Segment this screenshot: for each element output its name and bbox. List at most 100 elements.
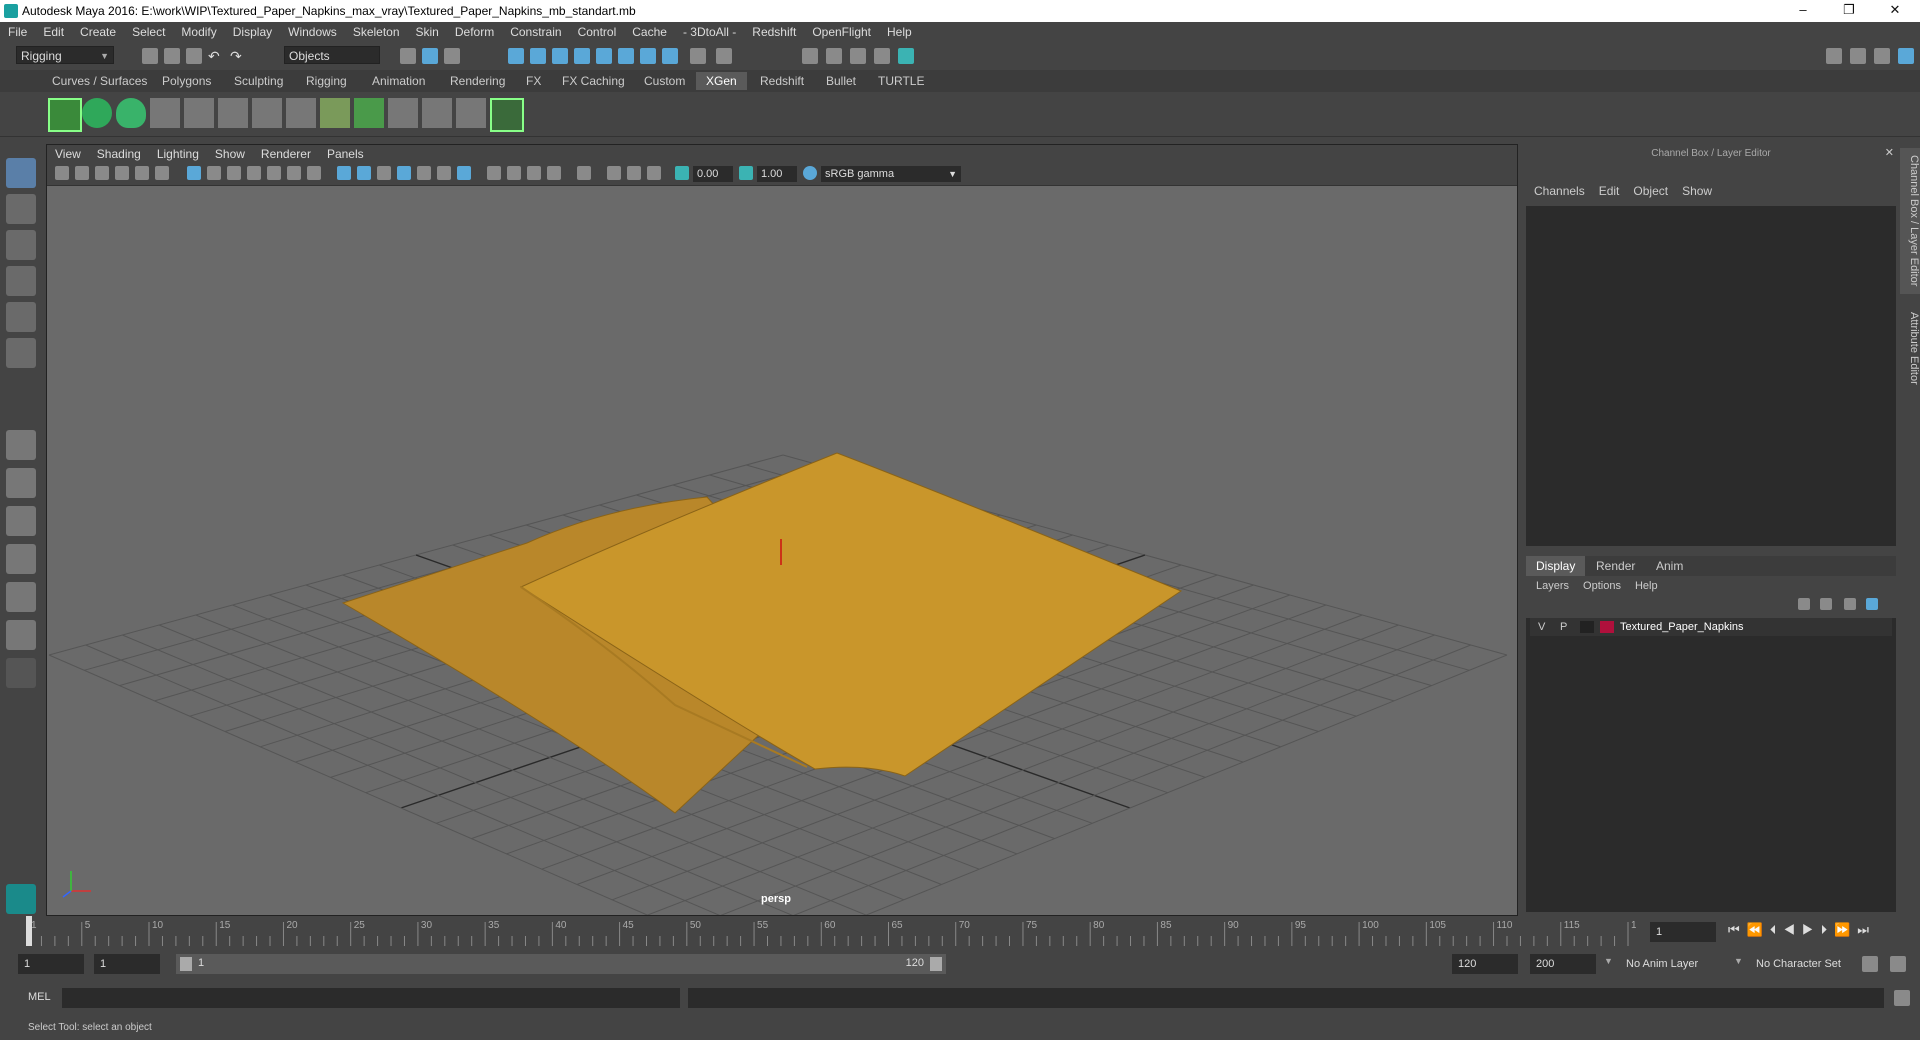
gamma-field[interactable]: 1.00 [757,166,797,182]
command-language-label[interactable]: MEL [28,991,51,1003]
ipr-render-icon[interactable] [850,48,866,64]
step-back-icon[interactable]: ⏪ [1747,922,1770,937]
shadows-icon[interactable] [457,166,471,180]
open-scene-icon[interactable] [164,48,180,64]
grease-pencil-icon[interactable] [155,166,169,180]
bookmark-icon[interactable] [95,166,109,180]
camera-attributes-icon[interactable] [75,166,89,180]
time-slider[interactable]: 1 5 10 15 20 25 30 35 40 45 50 55 60 65 70 75 80 85 90 95 10… [26,916,1636,946]
new-scene-icon[interactable] [142,48,158,64]
go-to-end-icon[interactable]: ⏭ [1857,922,1876,937]
single-perspective-layout-icon[interactable] [6,430,36,460]
shelf-tab-custom[interactable]: Custom [634,72,695,90]
redo-icon[interactable]: ↷ [230,48,246,64]
wireframe-icon[interactable] [337,166,351,180]
layers-menu[interactable]: Layers [1536,580,1569,592]
move-tool-icon[interactable] [6,266,36,296]
viewport-menu-lighting[interactable]: Lighting [149,145,207,161]
exposure-icon[interactable] [675,166,689,180]
napkin-mesh[interactable] [341,452,1183,814]
layer-tab-render[interactable]: Render [1586,556,1645,576]
lock-icon[interactable] [690,48,706,64]
render-frame-icon[interactable] [802,48,818,64]
menu-openflight[interactable]: OpenFlight [804,22,879,39]
viewport-menu-shading[interactable]: Shading [89,145,149,161]
ambient-occlusion-icon[interactable] [487,166,501,180]
render-sequence-icon[interactable] [826,48,842,64]
time-slider-ruler[interactable]: 1 5 10 15 20 25 30 35 40 45 50 55 60 65 70 75 80 85 90 95 10… [26,916,1636,946]
xray-icon[interactable] [397,166,411,180]
safe-title-icon[interactable] [307,166,321,180]
film-gate-icon[interactable] [207,166,221,180]
playback-start-field[interactable]: 1 [94,954,160,974]
snap-curve-icon[interactable] [530,48,546,64]
smooth-shade-icon[interactable] [357,166,371,180]
menu-skin[interactable]: Skin [408,22,447,39]
command-input[interactable] [62,988,680,1008]
snap-point-icon[interactable] [552,48,568,64]
menu-cache[interactable]: Cache [624,22,675,39]
panel-close-icon[interactable]: ✕ [1885,146,1894,159]
menu-skeleton[interactable]: Skeleton [345,22,408,39]
layer-visibility-toggle[interactable]: V [1538,621,1545,633]
backface-culling-icon[interactable] [647,166,661,180]
attribute-editor-toggle-icon[interactable] [1850,48,1866,64]
menu-modify[interactable]: Modify [173,22,224,39]
cb-object-menu[interactable]: Object [1633,184,1668,198]
rotate-tool-icon[interactable] [6,302,36,332]
current-frame-field[interactable]: 1 [1650,922,1716,942]
layer-row[interactable]: V P Textured_Paper_Napkins [1530,618,1892,636]
xgen-preview-icon[interactable] [82,98,112,128]
2d-pan-zoom-icon[interactable] [135,166,149,180]
shelf-tab-turtle[interactable]: TURTLE [868,72,934,90]
select-tool-icon[interactable] [6,158,36,188]
menu-deform[interactable]: Deform [447,22,502,39]
menu-control[interactable]: Control [570,22,625,39]
menu-help[interactable]: Help [879,22,920,39]
end-time-field[interactable]: 200 [1530,954,1596,974]
viewport-menu-show[interactable]: Show [207,145,253,161]
menu-display[interactable]: Display [225,22,280,39]
cb-edit-menu[interactable]: Edit [1599,184,1620,198]
script-editor-icon[interactable] [1894,990,1910,1006]
current-time-marker[interactable] [26,916,32,946]
play-backward-icon[interactable]: ◀ [1783,922,1802,937]
exposure-field[interactable]: 0.00 [693,166,733,182]
step-back-key-icon[interactable]: ⏴ [1770,922,1784,937]
snap-projected-icon[interactable] [574,48,590,64]
lasso-tool-icon[interactable] [6,194,36,224]
anti-aliasing-icon[interactable] [527,166,541,180]
move-layer-up-icon[interactable] [1798,598,1810,610]
menu-edit[interactable]: Edit [35,22,72,39]
snap-grid-icon[interactable] [508,48,524,64]
viewport-panel[interactable]: View Shading Lighting Show Renderer Panels 0.… [46,144,1518,916]
select-object-icon[interactable] [422,48,438,64]
snap-view-plane-icon[interactable] [596,48,612,64]
viewport-menu-renderer[interactable]: Renderer [253,145,319,161]
depth-of-field-icon[interactable] [547,166,561,180]
layer-playback-toggle[interactable]: P [1560,621,1567,633]
character-set-dropdown[interactable]: No Character Set [1750,954,1870,974]
side-tab-channel-box[interactable]: Channel Box / Layer Editor [1900,148,1920,294]
cb-show-menu[interactable]: Show [1682,184,1712,198]
use-all-lights-icon[interactable] [437,166,451,180]
xgen-editor-icon[interactable] [48,98,82,132]
xray-joints-icon[interactable] [607,166,621,180]
menu-file[interactable]: File [0,22,35,39]
shelf-tab-curves-surfaces[interactable]: Curves / Surfaces [42,72,157,90]
menu-create[interactable]: Create [72,22,124,39]
start-time-field[interactable]: 1 [18,954,84,974]
safe-action-icon[interactable] [287,166,301,180]
persp-outliner-layout-icon[interactable] [6,506,36,536]
four-view-layout-icon[interactable] [6,468,36,498]
gate-mask-icon[interactable] [247,166,261,180]
xgen-move-guides-icon[interactable] [218,98,248,128]
menu-3dtoall[interactable]: - 3DtoAll - [675,22,744,39]
view-transform-dropdown[interactable]: sRGB gamma ▼ [821,166,961,182]
channels-menu[interactable]: Channels [1534,184,1585,198]
select-component-icon[interactable] [444,48,460,64]
new-empty-layer-icon[interactable] [1844,598,1856,610]
render-settings-icon[interactable] [874,48,890,64]
range-slider[interactable]: 1 120 [176,954,946,974]
range-end-handle[interactable] [930,957,942,971]
